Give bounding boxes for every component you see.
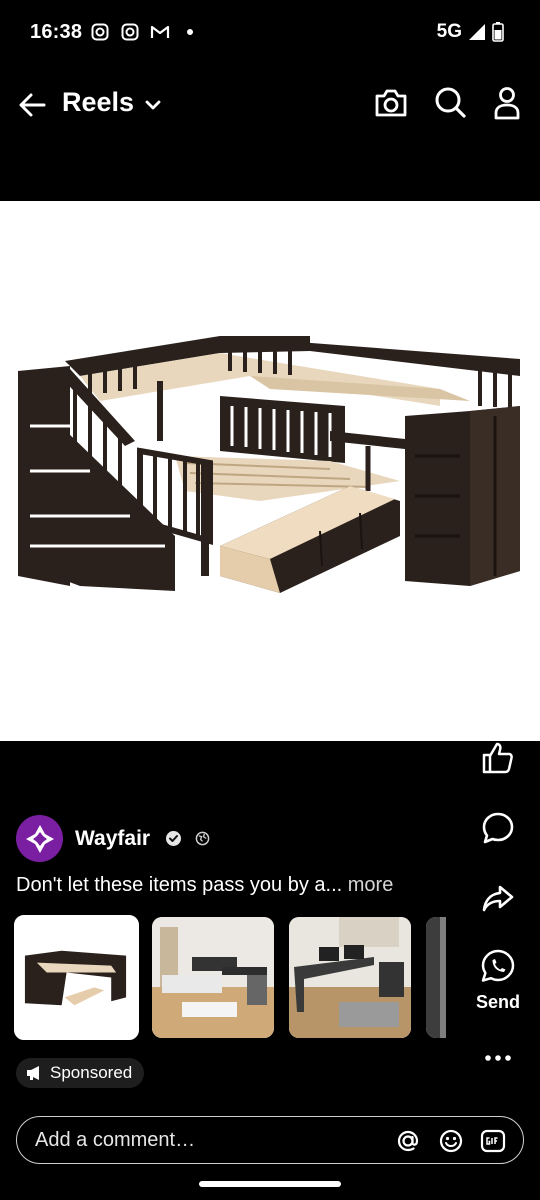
reels-header: Reels	[0, 74, 540, 136]
comment-button[interactable]	[468, 810, 528, 846]
caption-text: Don't let these items pass you by a...	[16, 874, 343, 896]
like-icon	[482, 742, 513, 774]
reel-media[interactable]	[0, 201, 540, 741]
comment-icon	[482, 812, 514, 844]
page-title: Reels	[62, 87, 135, 117]
gmail-icon	[150, 22, 170, 42]
instagram-icon	[120, 22, 140, 42]
reels-title-dropdown[interactable]: Reels	[62, 87, 162, 118]
product-image-bed-desk	[152, 917, 274, 1038]
dot-icon	[180, 22, 200, 42]
share-icon	[482, 885, 514, 912]
author-name[interactable]: Wayfair	[75, 827, 150, 851]
caption[interactable]: Don't let these items pass you by a... m…	[16, 874, 476, 897]
more-icon	[485, 1055, 511, 1061]
camera-icon[interactable]	[372, 84, 410, 122]
emoji-icon[interactable]	[438, 1128, 464, 1154]
product-card[interactable]	[14, 915, 139, 1040]
signal-icon	[469, 24, 485, 40]
product-card[interactable]	[152, 917, 274, 1038]
verified-badge-icon	[166, 831, 182, 846]
wayfair-logo-icon	[23, 822, 56, 855]
status-right: 5G	[437, 21, 504, 43]
mention-icon[interactable]	[395, 1128, 421, 1154]
sponsored-label: Sponsored	[50, 1063, 133, 1082]
home-indicator[interactable]	[199, 1181, 341, 1187]
send-whatsapp-button[interactable]: Send	[468, 948, 528, 1013]
author-row[interactable]: Wayfair	[16, 815, 210, 862]
product-image-partial	[426, 917, 446, 1038]
back-arrow-icon[interactable]	[16, 88, 50, 122]
whatsapp-icon	[481, 949, 515, 982]
product-card[interactable]	[426, 917, 446, 1038]
megaphone-icon	[27, 1066, 39, 1080]
send-label: Send	[475, 992, 520, 1012]
product-image-gaming-desk	[289, 917, 411, 1038]
caption-more-link[interactable]: more	[348, 874, 394, 896]
avatar[interactable]	[16, 815, 63, 862]
comment-input[interactable]: Add a comment…	[35, 1129, 195, 1152]
network-type: 5G	[436, 21, 462, 42]
product-image-bunk-bed	[17, 918, 136, 1037]
comment-bar[interactable]: Add a comment…	[16, 1116, 524, 1164]
gif-icon[interactable]	[480, 1128, 506, 1154]
status-bar: 16:38 5G	[0, 0, 540, 64]
status-time: 16:38	[30, 21, 83, 43]
notification-icons	[90, 22, 200, 42]
product-carousel[interactable]	[14, 915, 446, 1041]
like-button[interactable]	[468, 740, 528, 776]
sponsored-badge: Sponsored	[16, 1058, 145, 1088]
more-button[interactable]	[468, 1050, 528, 1066]
search-icon[interactable]	[431, 84, 469, 122]
product-card[interactable]	[289, 917, 411, 1038]
battery-icon	[492, 22, 504, 42]
instagram-icon	[90, 22, 110, 42]
share-button[interactable]	[468, 880, 528, 916]
globe-icon	[195, 831, 210, 846]
chevron-down-icon	[145, 100, 161, 109]
profile-icon[interactable]	[488, 84, 526, 122]
bunk-bed-image	[0, 201, 540, 741]
